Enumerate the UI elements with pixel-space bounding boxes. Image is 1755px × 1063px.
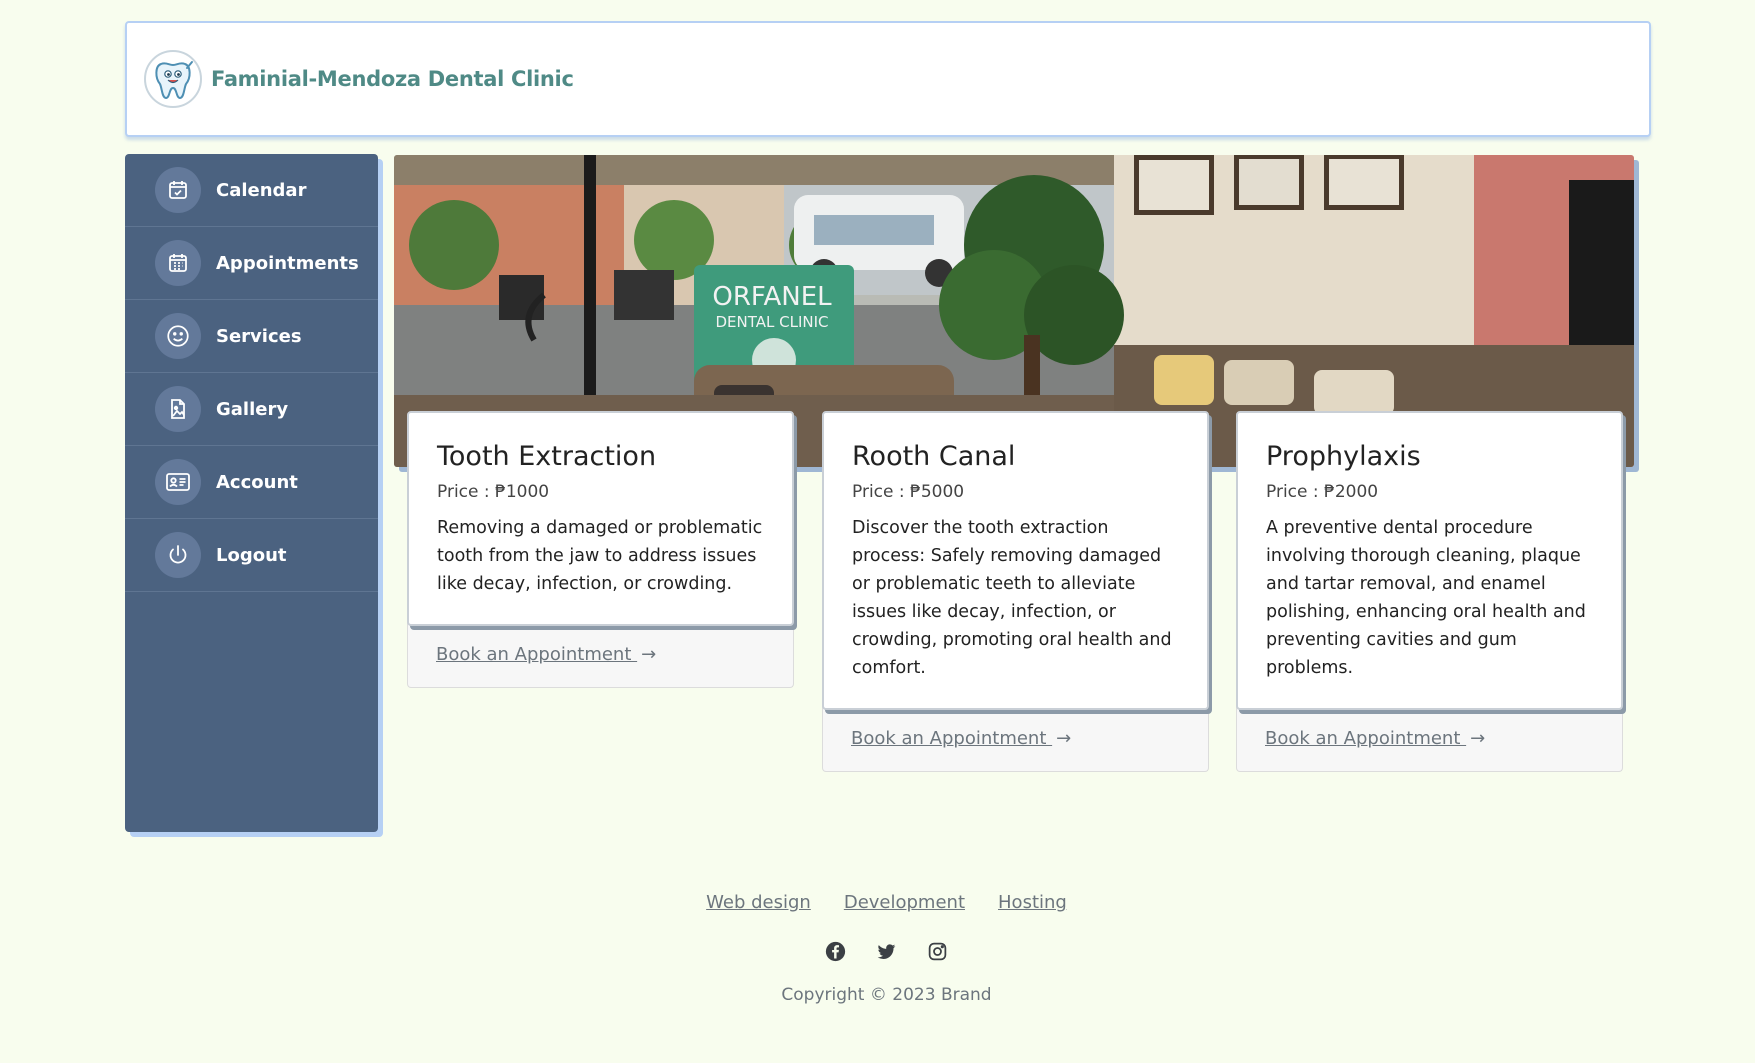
sidebar-item-label: Gallery: [216, 398, 289, 420]
service-price: Price : ₱2000: [1266, 482, 1379, 502]
service-card: Tooth Extraction Price : ₱1000 Removing …: [407, 411, 794, 688]
book-appointment-label: Book an Appointment: [1265, 728, 1467, 749]
sidebar-item-appointments[interactable]: Appointments: [125, 227, 378, 300]
smiley-icon: [155, 313, 201, 359]
service-price: Price : ₱5000: [852, 482, 965, 502]
service-description: Removing a damaged or problematic tooth …: [437, 518, 763, 594]
sidebar-item-gallery[interactable]: Gallery: [125, 373, 378, 446]
sidebar-item-label: Logout: [216, 544, 287, 566]
twitter-icon[interactable]: [876, 941, 897, 962]
calendar-grid-icon: [155, 240, 201, 286]
sidebar-item-label: Calendar: [216, 179, 307, 201]
sidebar-item-services[interactable]: Services: [125, 300, 378, 373]
service-price: Price : ₱1000: [437, 482, 550, 502]
arrow-right-icon: →: [641, 644, 657, 665]
sidebar-nav: Calendar Appointments Services Gallery A…: [125, 154, 378, 832]
sidebar-item-label: Account: [216, 471, 298, 493]
book-appointment-label: Book an Appointment: [436, 644, 638, 665]
footer-link-development[interactable]: Development: [844, 892, 965, 913]
image-file-icon: [155, 386, 201, 432]
book-appointment-link[interactable]: Book an Appointment →: [851, 728, 1071, 749]
sidebar-item-logout[interactable]: Logout: [125, 519, 378, 592]
service-title: Rooth Canal: [852, 441, 1016, 472]
social-links: [9, 941, 1755, 962]
service-title: Tooth Extraction: [437, 441, 657, 472]
service-title: Prophylaxis: [1266, 441, 1421, 472]
book-appointment-link[interactable]: Book an Appointment →: [1265, 728, 1485, 749]
service-card-body: Prophylaxis Price : ₱2000 A preventive d…: [1236, 411, 1623, 710]
sign-text-line2: DENTAL CLINIC: [715, 313, 828, 331]
instagram-icon[interactable]: [927, 941, 948, 962]
facebook-icon[interactable]: [825, 941, 846, 962]
sidebar-item-label: Services: [216, 325, 302, 347]
calendar-check-icon: [155, 167, 201, 213]
arrow-right-icon: →: [1470, 728, 1486, 749]
footer-link-hosting[interactable]: Hosting: [998, 892, 1067, 913]
top-header: Faminial-Mendoza Dental Clinic: [125, 21, 1651, 137]
footer-link-web-design[interactable]: Web design: [706, 892, 811, 913]
clinic-name[interactable]: Faminial-Mendoza Dental Clinic: [211, 67, 574, 91]
service-card-body: Rooth Canal Price : ₱5000 Discover the t…: [822, 411, 1209, 710]
sign-text-line1: ORFANEL: [712, 282, 832, 312]
power-icon: [155, 532, 201, 578]
sidebar-item-label: Appointments: [216, 252, 359, 274]
service-card: Rooth Canal Price : ₱5000 Discover the t…: [822, 411, 1209, 772]
service-card-footer: Book an Appointment →: [407, 622, 794, 688]
tooth-mascot-icon[interactable]: [144, 50, 202, 108]
service-description: A preventive dental procedure involving …: [1266, 518, 1586, 678]
service-card-footer: Book an Appointment →: [1236, 706, 1623, 772]
sidebar-item-account[interactable]: Account: [125, 446, 378, 519]
book-appointment-label: Book an Appointment: [851, 728, 1053, 749]
service-card-footer: Book an Appointment →: [822, 706, 1209, 772]
service-description: Discover the tooth extraction process: S…: [852, 518, 1172, 678]
service-card: Prophylaxis Price : ₱2000 A preventive d…: [1236, 411, 1623, 772]
footer-links: Web design Development Hosting: [9, 892, 1755, 913]
book-appointment-link[interactable]: Book an Appointment →: [436, 644, 656, 665]
service-card-body: Tooth Extraction Price : ₱1000 Removing …: [407, 411, 794, 626]
id-card-icon: [155, 459, 201, 505]
arrow-right-icon: →: [1056, 728, 1072, 749]
sidebar-item-calendar[interactable]: Calendar: [125, 154, 378, 227]
copyright-text: Copyright © 2023 Brand: [781, 985, 992, 1005]
